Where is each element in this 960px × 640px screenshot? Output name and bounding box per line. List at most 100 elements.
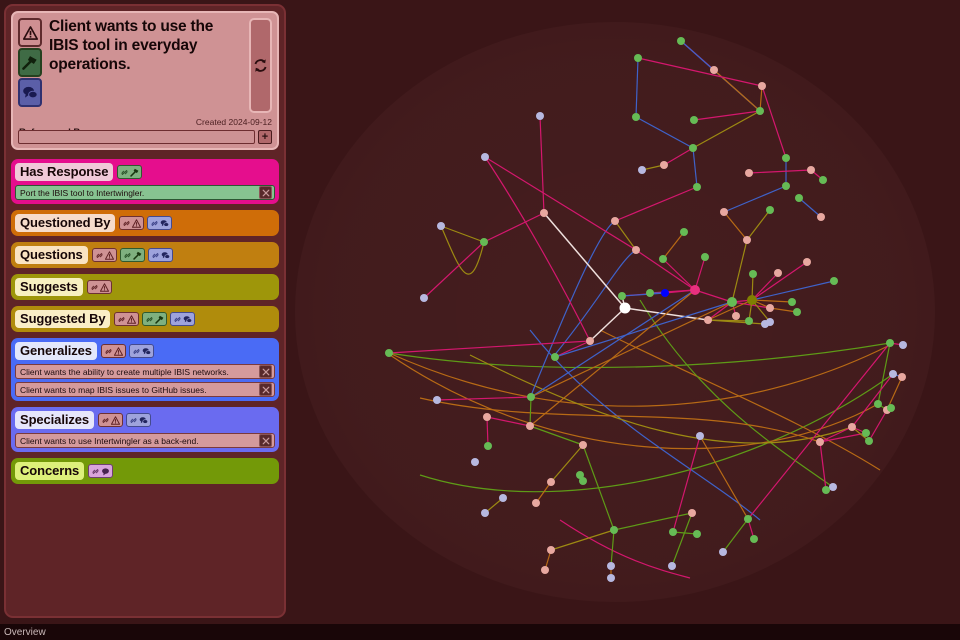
graph-node[interactable] [848,423,856,431]
relation-card-questions[interactable]: Questions [11,242,279,268]
graph-node[interactable] [483,413,491,421]
graph-node[interactable] [795,194,803,202]
graph-node[interactable] [632,246,640,254]
graph-node[interactable] [817,213,825,221]
graph-node[interactable] [690,116,698,124]
graph-node[interactable] [646,289,654,297]
graph-node[interactable] [526,422,534,430]
graph-node[interactable] [756,107,764,115]
graph-node[interactable] [532,499,540,507]
add-speech-bubbles-link-button[interactable] [128,344,154,358]
graph-node[interactable] [889,370,897,378]
graph-node[interactable] [586,337,594,345]
graph-node[interactable] [607,562,615,570]
add-hammer-link-button[interactable] [142,312,168,326]
graph-node[interactable] [816,438,824,446]
refresh-button[interactable] [249,18,272,113]
graph-node[interactable] [437,222,445,230]
graph-node[interactable] [540,209,548,217]
unlink-button[interactable] [259,383,272,396]
relation-card-questioned-by[interactable]: Questioned By [11,210,279,236]
graph-node[interactable] [420,294,428,302]
graph-node[interactable] [766,304,774,312]
graph-node[interactable] [887,404,895,412]
graph-node[interactable] [669,528,677,536]
relation-card-suggests[interactable]: Suggests [11,274,279,300]
graph-node[interactable] [527,393,535,401]
graph-node[interactable] [693,183,701,191]
graph-node[interactable] [750,535,758,543]
graph-node[interactable] [551,353,559,361]
graph-node[interactable] [807,166,815,174]
graph-node[interactable] [668,562,676,570]
graph-node[interactable] [745,317,753,325]
graph-node[interactable] [680,228,688,236]
hammer-icon[interactable] [18,48,42,77]
graph-node[interactable] [829,483,837,491]
add-warning-link-button[interactable] [86,280,112,294]
graph-node[interactable] [761,320,769,328]
relation-card-has-response[interactable]: Has Response Port the IBIS tool to Intert… [11,159,279,204]
relation-item[interactable]: Port the IBIS tool to Intertwingler. [15,185,275,200]
graph-node[interactable] [499,494,507,502]
graph-node[interactable] [898,373,906,381]
add-reference-button[interactable]: + [258,130,272,144]
graph-node[interactable] [710,66,718,74]
graph-node[interactable] [659,255,667,263]
graph-node[interactable] [899,341,907,349]
graph-node[interactable] [822,486,830,494]
graph-node[interactable] [661,289,669,297]
graph-node[interactable] [743,236,751,244]
graph-node[interactable] [471,458,479,466]
add-warning-link-button[interactable] [100,344,126,358]
graph-node[interactable] [766,206,774,214]
add-speech-bubbles-link-button[interactable] [147,248,173,262]
graph-node[interactable] [607,574,615,582]
graph-node[interactable] [782,154,790,162]
add-warning-link-button[interactable] [119,216,145,230]
graph-node[interactable] [720,208,728,216]
add-speech-link-button[interactable] [88,464,114,478]
graph-node[interactable] [547,546,555,554]
graph-node[interactable] [732,312,740,320]
graph-node[interactable] [727,297,737,307]
add-warning-link-button[interactable] [91,248,117,262]
unlink-button[interactable] [259,186,272,199]
add-speech-bubbles-link-button[interactable] [147,216,173,230]
graph-node[interactable] [619,302,631,314]
graph-node[interactable] [638,166,646,174]
graph-node[interactable] [701,253,709,261]
graph-node[interactable] [874,400,882,408]
graph-node[interactable] [677,37,685,45]
graph-node[interactable] [696,432,704,440]
graph-node[interactable] [618,292,626,300]
graph-node[interactable] [541,566,549,574]
relation-card-generalizes[interactable]: Generalizes Client wants the ability to c… [11,338,279,401]
graph-node[interactable] [579,441,587,449]
graph-node[interactable] [865,437,873,445]
graph-node[interactable] [385,349,393,357]
graph-node[interactable] [690,285,700,295]
graph-node[interactable] [782,182,790,190]
graph-node[interactable] [484,442,492,450]
graph-node[interactable] [547,478,555,486]
graph-node[interactable] [611,217,619,225]
graph-node[interactable] [660,161,668,169]
graph-node[interactable] [758,82,766,90]
graph-node[interactable] [481,153,489,161]
graph-node[interactable] [819,176,827,184]
add-warning-link-button[interactable] [114,312,140,326]
graph-node[interactable] [632,113,640,121]
graph-node[interactable] [693,530,701,538]
graph-node[interactable] [579,477,587,485]
graph-node[interactable] [481,509,489,517]
graph-node[interactable] [788,298,796,306]
graph-node[interactable] [433,396,441,404]
relation-card-specializes[interactable]: Specializes Client wants to use Intertwin… [11,407,279,452]
warning-icon[interactable] [18,18,42,47]
unlink-button[interactable] [259,434,272,447]
graph-node[interactable] [747,295,757,305]
relation-item[interactable]: Client wants to use Intertwingler as a b… [15,433,275,448]
graph-node[interactable] [704,316,712,324]
add-speech-bubbles-link-button[interactable] [126,413,151,427]
